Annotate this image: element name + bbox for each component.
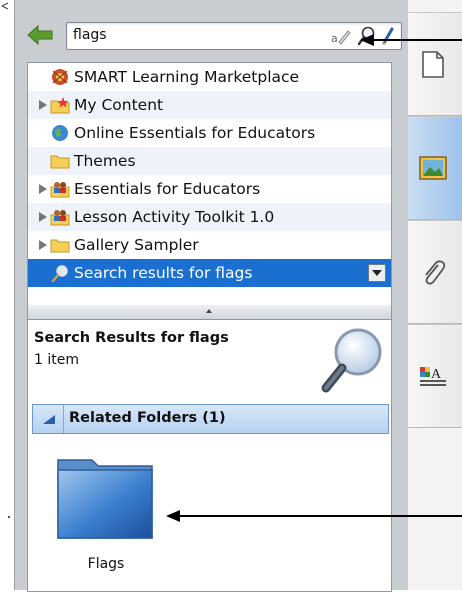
tree-item-search-results[interactable]: Search results for flags bbox=[28, 259, 391, 287]
search-result-icon bbox=[51, 265, 68, 282]
tree-item-label: Search results for flags bbox=[74, 264, 253, 282]
back-arrow-icon[interactable] bbox=[26, 24, 54, 46]
tree-item-label: SMART Learning Marketplace bbox=[74, 68, 300, 86]
tree-item-marketplace[interactable]: SMART Learning Marketplace bbox=[28, 63, 391, 91]
tree-item-lesson-activity-toolkit[interactable]: Lesson Activity Toolkit 1.0 bbox=[28, 203, 391, 231]
gallery-icon bbox=[419, 156, 447, 180]
folder-thumbnail-icon[interactable] bbox=[56, 454, 156, 542]
folder-icon bbox=[50, 155, 70, 169]
arrowhead-icon bbox=[166, 510, 180, 522]
results-count: 1 item bbox=[34, 352, 79, 368]
collapse-triangle-icon[interactable] bbox=[41, 413, 57, 425]
panel-splitter[interactable] bbox=[27, 305, 392, 319]
tab-page-sorter[interactable] bbox=[408, 12, 462, 116]
search-box[interactable]: a bbox=[66, 22, 402, 50]
callout-line-folder bbox=[180, 515, 462, 517]
svg-text:a: a bbox=[331, 32, 338, 45]
people-folder-icon bbox=[50, 210, 70, 226]
folder-icon bbox=[50, 239, 70, 253]
properties-icon: A bbox=[420, 367, 446, 386]
header-divider bbox=[63, 405, 64, 433]
expand-triangle-icon[interactable] bbox=[38, 212, 48, 222]
left-margin-marks bbox=[1, 2, 10, 518]
magnifier-icon bbox=[321, 328, 382, 393]
search-results-panel: Search Results for flags 1 item Related … bbox=[27, 319, 392, 592]
tree-item-my-content[interactable]: My Content bbox=[28, 91, 391, 119]
grip-icon bbox=[206, 309, 212, 313]
marketplace-icon bbox=[52, 69, 68, 85]
tree-item-label: My Content bbox=[74, 96, 164, 114]
eraser-pencil-icon[interactable]: a bbox=[331, 27, 351, 45]
tree-item-label: Gallery Sampler bbox=[74, 236, 199, 254]
expand-triangle-icon[interactable] bbox=[38, 240, 48, 250]
paperclip-icon bbox=[425, 260, 446, 285]
tree-item-themes[interactable]: Themes bbox=[28, 147, 391, 175]
related-folders-header[interactable]: Related Folders (1) bbox=[32, 404, 389, 434]
people-folder-icon bbox=[50, 182, 70, 198]
tree-item-gallery-sampler[interactable]: Gallery Sampler bbox=[28, 231, 391, 259]
row-menu-button[interactable] bbox=[368, 264, 386, 282]
expand-triangle-icon[interactable] bbox=[38, 100, 48, 110]
svg-text:A: A bbox=[431, 367, 442, 382]
arrowhead-icon bbox=[360, 34, 374, 46]
page-sorter-icon bbox=[422, 51, 444, 78]
star-folder-icon bbox=[50, 97, 70, 114]
related-folders-label: Related Folders (1) bbox=[69, 410, 226, 426]
results-title: Search Results for flags bbox=[34, 330, 229, 346]
brush-icon[interactable] bbox=[381, 26, 397, 46]
folder-label: Flags bbox=[87, 556, 125, 572]
expand-triangle-icon[interactable] bbox=[38, 184, 48, 194]
chevron-down-icon bbox=[372, 270, 382, 276]
tab-properties[interactable]: A bbox=[408, 324, 462, 428]
gallery-toolbar: a bbox=[14, 18, 404, 52]
tree-item-label: Lesson Activity Toolkit 1.0 bbox=[74, 208, 275, 226]
tree-item-label: Themes bbox=[74, 152, 136, 170]
tree-item-online-essentials[interactable]: Online Essentials for Educators bbox=[28, 119, 391, 147]
tree-item-label: Online Essentials for Educators bbox=[74, 124, 316, 142]
globe-icon bbox=[52, 125, 68, 141]
gallery-tree: SMART Learning Marketplace My Content On… bbox=[27, 62, 392, 307]
tree-item-label: Essentials for Educators bbox=[74, 180, 261, 198]
tab-gallery[interactable] bbox=[408, 116, 462, 220]
side-tab-bar: A bbox=[408, 0, 462, 590]
callout-line-search bbox=[372, 39, 462, 41]
search-input[interactable] bbox=[73, 25, 303, 45]
tab-attachments[interactable] bbox=[408, 220, 462, 324]
tree-item-essentials-for-educators[interactable]: Essentials for Educators bbox=[28, 175, 391, 203]
